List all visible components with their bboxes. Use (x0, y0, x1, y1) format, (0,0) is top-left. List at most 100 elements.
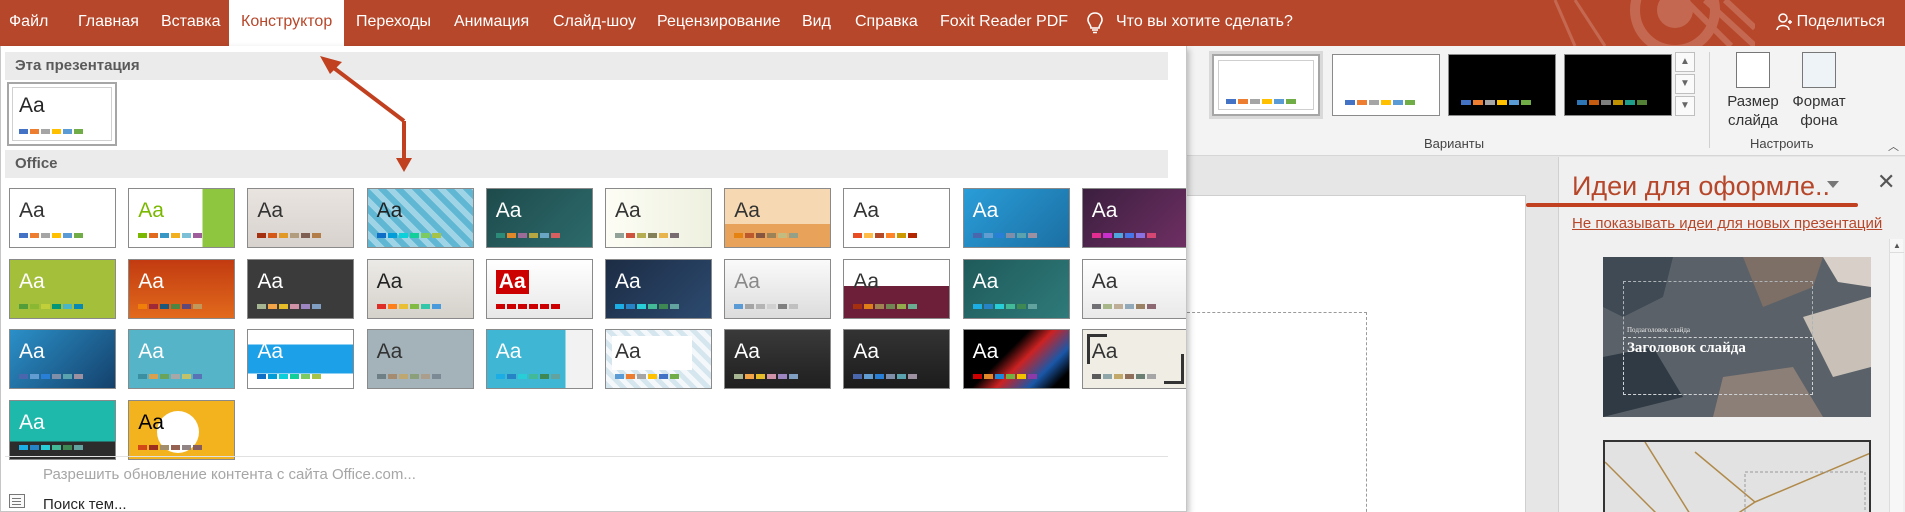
more-variants-icon[interactable]: ▼ (1675, 96, 1695, 116)
theme-thumbnail[interactable]: Aa (366, 188, 474, 248)
ribbon-tab-bar: Файл Главная Вставка Конструктор Переход… (0, 0, 1905, 46)
theme-thumbnail[interactable]: Aa (962, 329, 1070, 389)
tab-view[interactable]: Вид (802, 0, 831, 46)
theme-thumbnail[interactable]: Aa (724, 258, 832, 319)
theme-thumbnail[interactable]: Aa (1081, 258, 1186, 319)
design-ribbon: ▲ ▼ ▼ Варианты Размер слайда Формат фона… (1186, 46, 1905, 156)
theme-color-swatches (19, 233, 83, 238)
theme-color-swatches (138, 233, 203, 238)
theme-preview-text: Aa (615, 269, 641, 293)
tab-design[interactable]: Конструктор (229, 0, 345, 46)
themes-gallery-dropdown: Эта презентация Aa Office Aa Aa Aa Aa Aa Aa Aa… (0, 46, 1187, 512)
theme-thumbnail[interactable]: Aa (485, 329, 593, 389)
allow-office-update-item: Разрешить обновление контента с сайта Of… (43, 466, 416, 483)
variant-1[interactable] (1209, 51, 1323, 119)
theme-preview-text: Aa (1091, 340, 1118, 363)
tab-foxit[interactable]: Foxit Reader PDF (940, 0, 1068, 46)
theme-color-swatches (138, 374, 203, 379)
variant-2[interactable] (1332, 54, 1440, 116)
dont-show-ideas-link[interactable]: Не показывать идеи для новых презентаций (1572, 215, 1882, 232)
scroll-down-icon[interactable]: ▼ (1675, 74, 1695, 94)
ideas-scrollbar[interactable]: ▲ (1889, 239, 1904, 512)
theme-thumbnail[interactable]: Aa (1081, 188, 1186, 248)
theme-thumbnail[interactable]: Aa (247, 188, 355, 248)
theme-thumbnail[interactable]: Aa (843, 188, 951, 248)
theme-preview-text: Aa (495, 340, 522, 363)
slide-canvas[interactable] (1186, 195, 1526, 512)
variant-3[interactable] (1448, 54, 1556, 116)
theme-preview-text: Aa (376, 199, 403, 222)
tab-home[interactable]: Главная (78, 0, 139, 46)
collapse-ribbon-icon[interactable]: ︿ (1888, 138, 1899, 154)
theme-preview-text: Aa (19, 410, 45, 434)
theme-thumbnail[interactable]: Aa (128, 258, 236, 319)
theme-thumbnail[interactable]: Aa (247, 329, 355, 389)
theme-thumbnail[interactable]: Aa (843, 258, 951, 319)
format-background-button[interactable]: Формат фона (1786, 50, 1852, 130)
theme-color-swatches (853, 303, 918, 309)
scroll-up-icon[interactable]: ▲ (1675, 52, 1695, 72)
theme-thumbnail[interactable]: Aa (9, 399, 116, 460)
design-idea-1[interactable]: Подзаголовок слайда Заголовок слайда (1603, 257, 1871, 417)
slide-placeholder[interactable] (1187, 312, 1367, 512)
tab-animations[interactable]: Анимация (454, 0, 529, 46)
tab-help[interactable]: Справка (855, 0, 918, 46)
theme-current[interactable]: Aa (7, 82, 117, 146)
theme-color-swatches (615, 303, 679, 309)
design-ideas-pane: Идеи для оформле.. ✕ Не показывать идеи … (1558, 157, 1905, 512)
theme-preview-text: Aa (138, 199, 164, 222)
close-icon[interactable]: ✕ (1877, 171, 1895, 193)
theme-preview-text: Aa (853, 199, 880, 222)
theme-thumbnail[interactable]: Aa (1081, 329, 1186, 389)
theme-preview-text: Aa (19, 340, 45, 363)
theme-thumbnail[interactable]: Aa (247, 258, 355, 319)
share-button[interactable]: Поделиться (1775, 0, 1885, 46)
pane-options-icon[interactable] (1827, 181, 1839, 188)
theme-thumbnail[interactable]: Aa (485, 188, 593, 248)
theme-color-swatches (376, 303, 441, 309)
theme-thumbnail[interactable]: Aa (605, 329, 712, 389)
theme-color-swatches (972, 303, 1037, 309)
theme-thumbnail[interactable]: Aa (366, 258, 474, 319)
theme-thumbnail[interactable]: Aa (128, 188, 236, 248)
scroll-up-icon[interactable]: ▲ (1890, 239, 1904, 253)
format-background-label: Формат фона (1792, 93, 1846, 129)
ribbon-separator (1709, 52, 1710, 148)
variant-4[interactable] (1564, 54, 1672, 116)
theme-thumbnail[interactable]: Aa (9, 258, 116, 319)
theme-thumbnail[interactable]: Aa (962, 258, 1070, 319)
theme-color-swatches (972, 374, 1037, 379)
theme-color-swatches (615, 374, 679, 379)
theme-thumbnail[interactable]: Aa (605, 258, 712, 319)
variants-scroll[interactable]: ▲ ▼ ▼ (1675, 52, 1695, 118)
theme-thumbnail[interactable]: Aa (843, 329, 951, 389)
theme-thumbnail[interactable]: Aa (128, 329, 236, 389)
theme-color-swatches (495, 374, 560, 379)
section-office: Office (5, 150, 1168, 178)
theme-thumbnail[interactable]: Aa (366, 329, 474, 389)
theme-thumbnail[interactable]: Aa (605, 188, 712, 248)
tab-transitions[interactable]: Переходы (356, 0, 431, 46)
tab-file[interactable]: Файл (9, 0, 48, 46)
tab-review[interactable]: Рецензирование (657, 0, 781, 46)
theme-thumbnail[interactable]: Aa (724, 329, 832, 389)
theme-color-swatches (1091, 303, 1156, 309)
theme-thumbnail[interactable]: Aa (128, 399, 236, 460)
theme-thumbnail[interactable]: Aa (9, 329, 116, 389)
theme-preview-text: Aa (853, 269, 880, 293)
theme-preview-text: Aa (1091, 269, 1118, 293)
theme-color-swatches (257, 233, 322, 238)
design-idea-2[interactable] (1603, 440, 1871, 512)
search-themes-item[interactable]: Поиск тем... (43, 496, 127, 511)
ribbon-background-pattern (1553, 0, 1755, 46)
tab-slideshow[interactable]: Слайд-шоу (553, 0, 636, 46)
theme-preview-text: Aa (138, 410, 164, 434)
slide-size-button[interactable]: Размер слайда (1720, 50, 1786, 130)
slide-size-label: Размер слайда (1727, 93, 1779, 129)
tab-insert[interactable]: Вставка (161, 0, 220, 46)
theme-thumbnail[interactable]: Aa (9, 188, 116, 248)
theme-thumbnail[interactable]: Aa (485, 258, 593, 319)
theme-color-swatches (495, 233, 560, 238)
theme-thumbnail[interactable]: Aa (962, 188, 1070, 248)
theme-thumbnail[interactable]: Aa (724, 188, 832, 248)
